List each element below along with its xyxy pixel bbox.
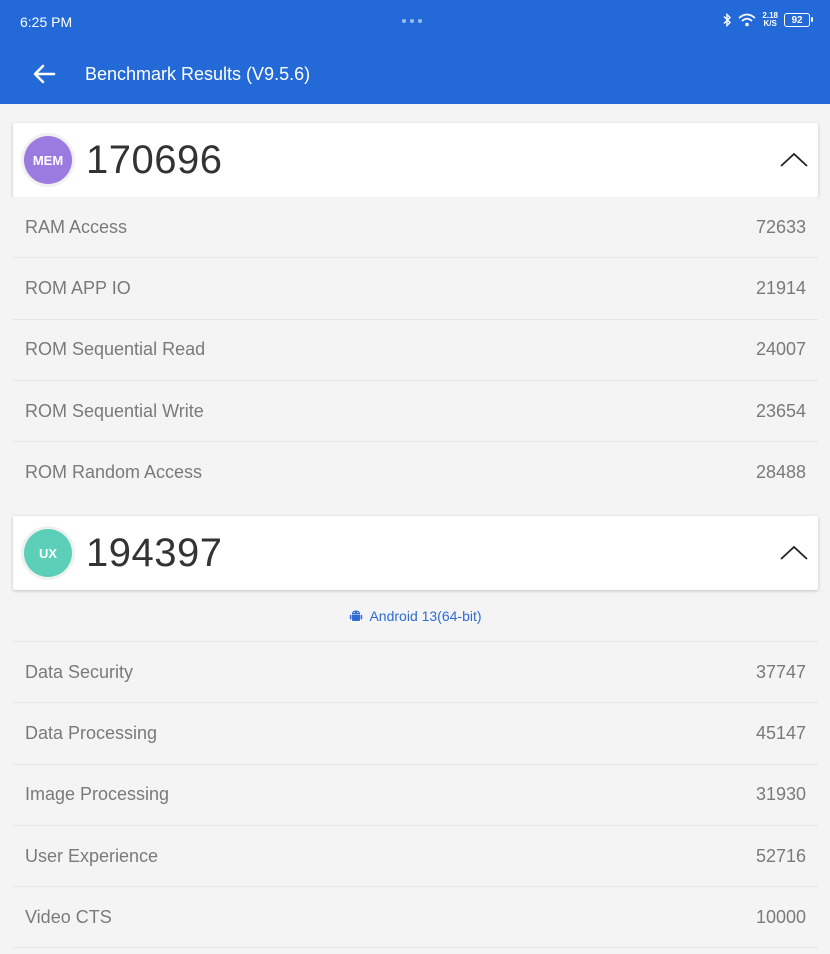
battery-icon: 92 [784, 13, 813, 27]
battery-level: 92 [791, 14, 803, 26]
result-value: 52716 [755, 845, 806, 866]
ux-badge-label: UX [38, 545, 58, 561]
platform-label: Android 13(64-bit) [369, 607, 482, 624]
wifi-icon [738, 13, 756, 27]
list-item: ROM APP IO 21914 [13, 258, 818, 320]
result-value: 28488 [755, 462, 806, 483]
result-label: Data Processing [25, 722, 158, 743]
ux-badge: UX [24, 529, 72, 577]
app-bar: 6:25 PM 2.18 K/S 92 Benchmark Results (V… [0, 0, 830, 104]
result-label: Image Processing [25, 784, 170, 805]
ux-results-list: Android 13(64-bit) Data Security 37747 D… [13, 590, 818, 949]
result-value: 31930 [755, 784, 806, 805]
platform-info: Android 13(64-bit) [13, 590, 818, 642]
status-time: 6:25 PM [20, 14, 73, 30]
list-item: Video CTS 10000 [13, 887, 818, 949]
ux-card-header[interactable]: UX 194397 [13, 516, 818, 590]
list-item: RAM Access 72633 [13, 197, 818, 259]
list-item: ROM Sequential Read 24007 [13, 319, 818, 381]
status-icons: 2.18 K/S 92 [722, 12, 813, 28]
result-value: 24007 [755, 339, 806, 360]
result-label: Data Security [25, 661, 134, 682]
result-value: 21914 [755, 277, 806, 298]
ux-collapse-button[interactable] [778, 540, 810, 566]
mem-collapse-button[interactable] [778, 147, 810, 173]
result-label: User Experience [25, 845, 159, 866]
ux-score: 194397 [86, 531, 223, 575]
list-item: ROM Sequential Write 23654 [13, 380, 818, 443]
result-label: ROM Sequential Read [25, 339, 206, 360]
bluetooth-icon [723, 13, 732, 27]
back-button[interactable] [30, 60, 60, 88]
mem-badge-label: MEM [32, 152, 64, 168]
result-label: RAM Access [25, 216, 128, 237]
result-value: 23654 [755, 400, 806, 421]
chevron-up-icon [780, 152, 808, 167]
list-item: ROM Random Access 28488 [13, 442, 818, 504]
list-item: User Experience 52716 [13, 825, 818, 888]
mem-card-header[interactable]: MEM 170696 [13, 123, 818, 197]
result-value: 37747 [755, 661, 806, 682]
result-value: 72633 [755, 216, 806, 237]
mem-score: 170696 [86, 138, 223, 182]
mem-badge: MEM [24, 136, 72, 184]
result-value: 45147 [755, 722, 806, 743]
result-value: 10000 [755, 906, 806, 927]
arrow-left-icon [33, 64, 56, 84]
net-speed: 2.18 K/S [762, 12, 778, 28]
result-label: ROM APP IO [25, 277, 131, 298]
page-title: Benchmark Results (V9.5.6) [85, 64, 311, 84]
toolbar: Benchmark Results (V9.5.6) [0, 52, 830, 96]
mem-results-list: RAM Access 72633 ROM APP IO 21914 ROM Se… [13, 197, 818, 504]
result-label: ROM Random Access [25, 462, 203, 483]
list-item: Data Processing 45147 [13, 703, 818, 765]
result-label: ROM Sequential Write [25, 400, 204, 421]
net-speed-unit: K/S [763, 19, 777, 28]
status-bar: 6:25 PM 2.18 K/S 92 [0, 0, 830, 44]
more-dots-icon [402, 19, 422, 23]
android-icon [350, 610, 363, 621]
chevron-up-icon [780, 545, 808, 560]
list-item: Data Security 37747 [13, 642, 818, 704]
list-item: Image Processing 31930 [13, 764, 818, 826]
result-label: Video CTS [25, 906, 112, 927]
